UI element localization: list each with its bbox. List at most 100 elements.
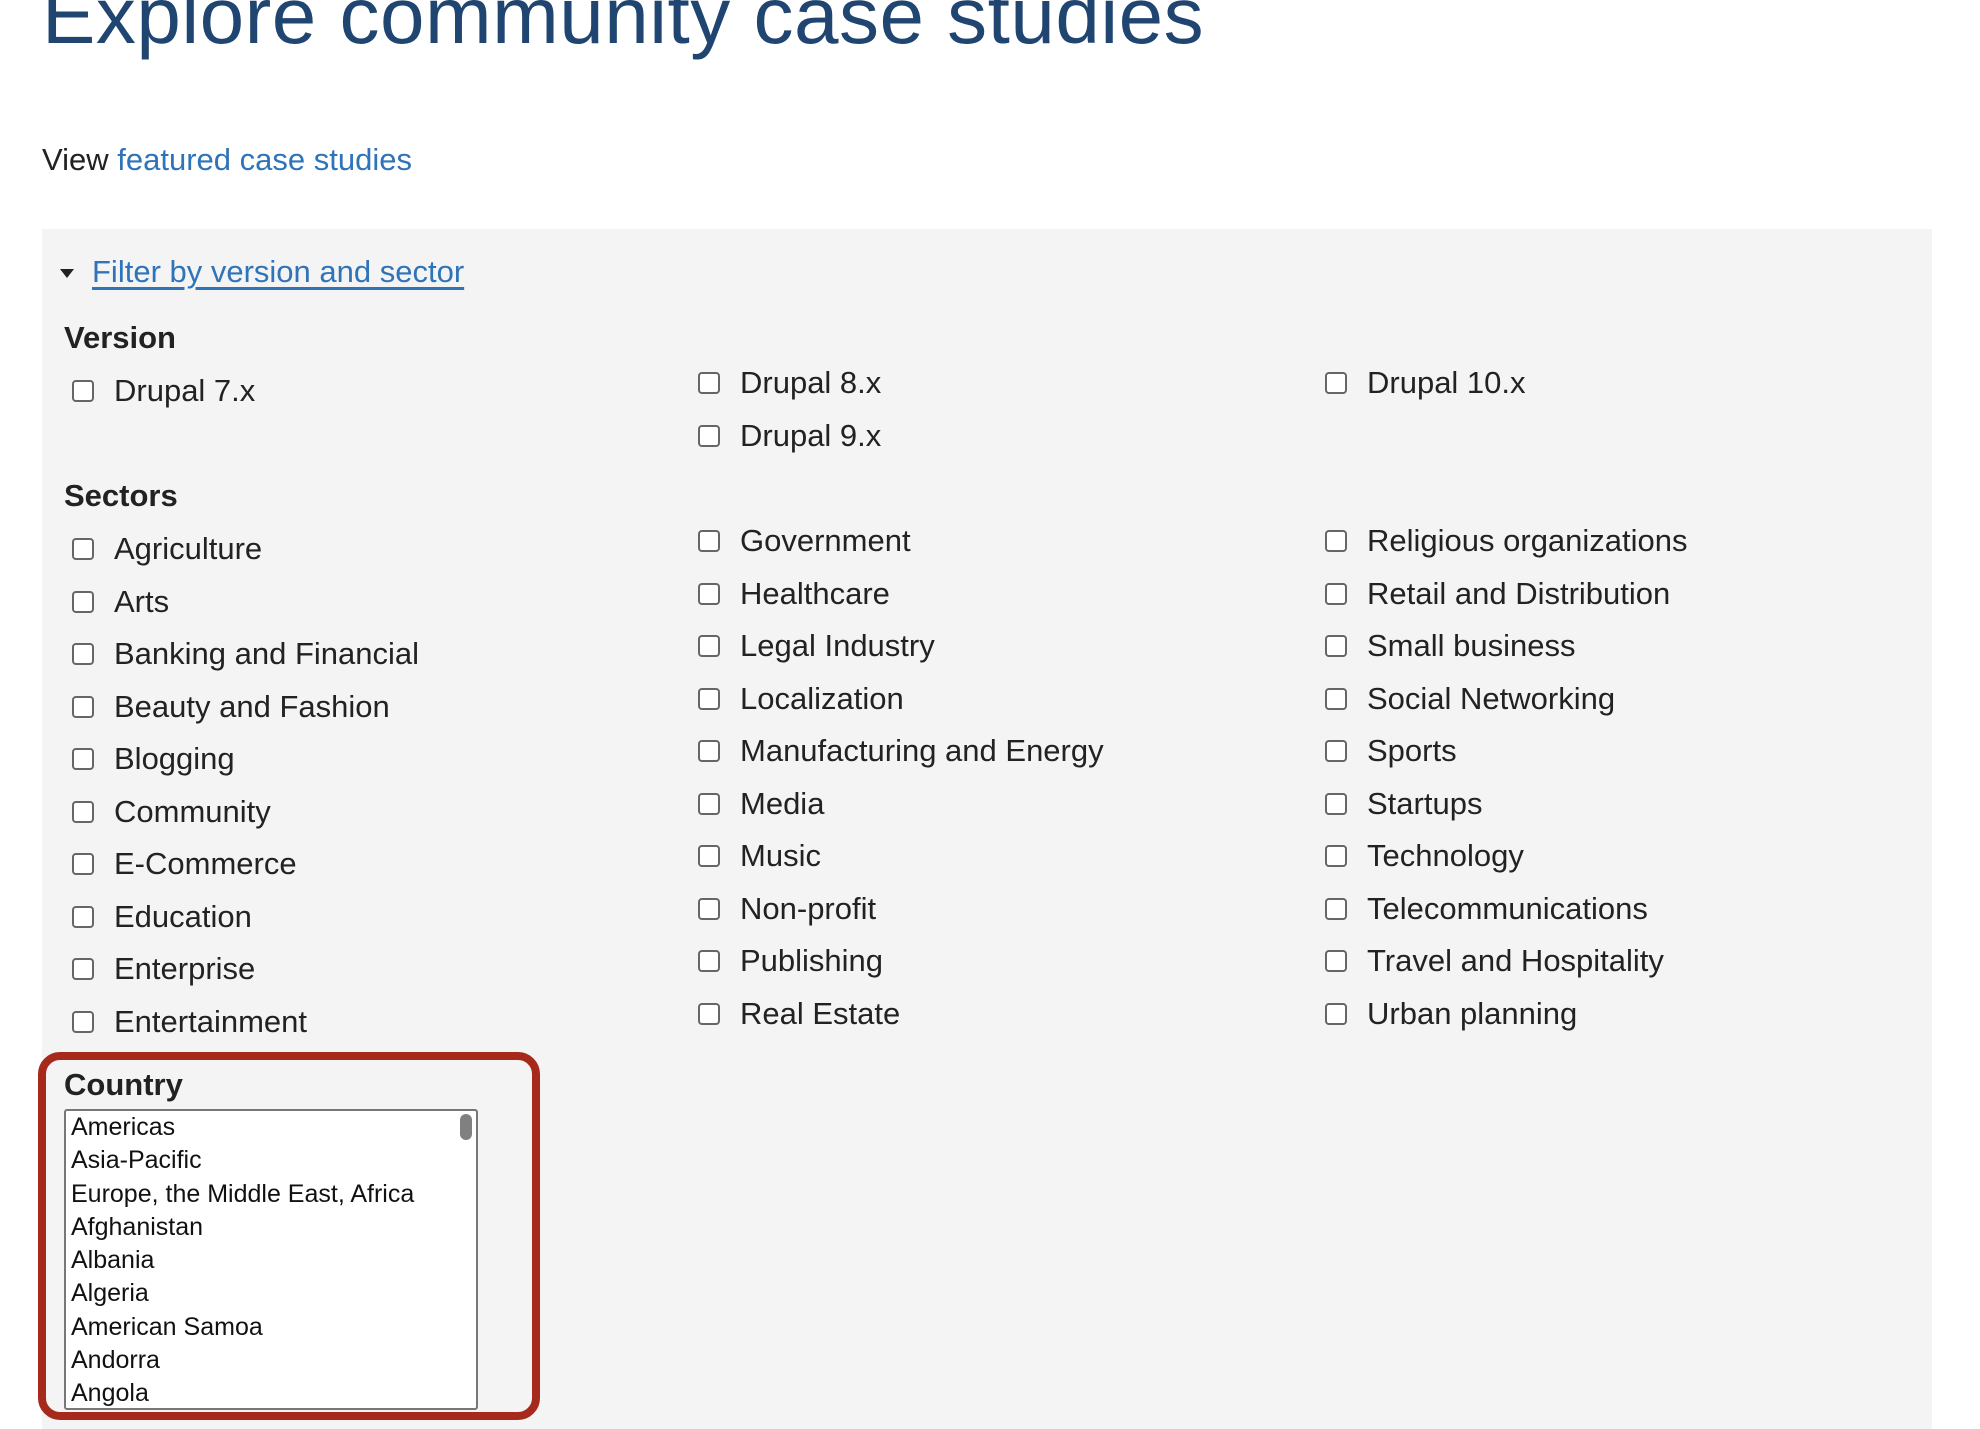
checkbox-startups[interactable]: Startups [1325, 786, 1482, 822]
checkbox-small-business[interactable]: Small business [1325, 628, 1575, 664]
checkbox-social-networking[interactable]: Social Networking [1325, 681, 1615, 717]
country-select[interactable]: Americas Asia-Pacific Europe, the Middle E… [64, 1109, 478, 1410]
checkbox-label: Drupal 7.x [114, 373, 256, 408]
checkbox-box[interactable] [1325, 1002, 1347, 1025]
checkbox-label: Startups [1367, 785, 1483, 821]
checkbox-box[interactable] [72, 695, 94, 718]
checkbox-box[interactable] [72, 590, 94, 613]
checkbox-box[interactable] [1325, 582, 1347, 605]
checkbox-label: Healthcare [740, 575, 890, 611]
checkbox-box[interactable] [72, 1010, 94, 1033]
checkbox-manufacturing-and-energy[interactable]: Manufacturing and Energy [698, 733, 1104, 769]
checkbox-label: Agriculture [114, 531, 263, 566]
checkbox-sports[interactable]: Sports [1325, 733, 1457, 769]
checkbox-box[interactable] [1325, 635, 1347, 657]
checkbox-technology[interactable]: Technology [1325, 838, 1524, 874]
checkbox-religious-organizations[interactable]: Religious organizations [1325, 523, 1688, 559]
checkbox-label: Music [740, 838, 821, 873]
checkbox-box[interactable] [698, 845, 720, 867]
checkbox-box[interactable] [1325, 897, 1347, 920]
checkbox-community[interactable]: Community [72, 794, 271, 830]
checkbox-real-estate[interactable]: Real Estate [698, 996, 900, 1032]
checkbox-box[interactable] [698, 950, 720, 972]
checkbox-box[interactable] [1325, 792, 1347, 815]
checkbox-media[interactable]: Media [698, 786, 824, 822]
checkbox-telecommunications[interactable]: Telecommunications [1325, 891, 1648, 927]
checkbox-box[interactable] [698, 530, 720, 552]
checkbox-retail-and-distribution[interactable]: Retail and Distribution [1325, 576, 1670, 612]
country-option[interactable]: Asia-Pacific [66, 1144, 476, 1177]
country-option[interactable]: Andorra [66, 1344, 476, 1377]
checkbox-box[interactable] [698, 372, 720, 394]
checkbox-e-commerce[interactable]: E-Commerce [72, 846, 297, 882]
checkbox-box[interactable] [698, 897, 720, 920]
checkbox-box[interactable] [698, 1002, 720, 1025]
checkbox-label: Manufacturing and Energy [740, 733, 1104, 768]
checkbox-box[interactable] [1325, 687, 1347, 710]
checkbox-label: Community [114, 793, 271, 829]
checkbox-drupal-9-x[interactable]: Drupal 9.x [698, 418, 881, 454]
sectors-heading: Sectors [64, 478, 178, 513]
checkbox-drupal-7-x[interactable]: Drupal 7.x [72, 373, 255, 409]
checkbox-government[interactable]: Government [698, 523, 911, 559]
checkbox-box[interactable] [72, 538, 94, 560]
scrollbar-thumb[interactable] [460, 1114, 472, 1140]
checkbox-travel-and-hospitality[interactable]: Travel and Hospitality [1325, 943, 1664, 979]
country-option[interactable]: American Samoa [66, 1311, 476, 1344]
checkbox-label: Localization [740, 680, 904, 716]
checkbox-box[interactable] [72, 800, 94, 823]
checkbox-localization[interactable]: Localization [698, 681, 904, 717]
checkbox-non-profit[interactable]: Non-profit [698, 891, 876, 927]
checkbox-box[interactable] [72, 905, 94, 928]
checkbox-legal-industry[interactable]: Legal Industry [698, 628, 935, 664]
country-option[interactable]: Afghanistan [66, 1211, 476, 1244]
checkbox-arts[interactable]: Arts [72, 584, 169, 620]
checkbox-box[interactable] [72, 380, 94, 402]
country-option[interactable]: Americas [66, 1111, 476, 1144]
filter-toggle-link[interactable]: Filter by version and sector [92, 254, 464, 289]
checkbox-box[interactable] [698, 635, 720, 657]
country-heading: Country [64, 1067, 183, 1102]
checkbox-box[interactable] [1325, 950, 1347, 972]
checkbox-agriculture[interactable]: Agriculture [72, 531, 262, 567]
checkbox-box[interactable] [698, 687, 720, 710]
checkbox-label: Enterprise [114, 951, 256, 986]
country-option[interactable]: Algeria [66, 1277, 476, 1310]
checkbox-label: Education [114, 898, 252, 934]
checkbox-box[interactable] [72, 958, 94, 980]
checkbox-box[interactable] [1325, 740, 1347, 762]
checkbox-blogging[interactable]: Blogging [72, 741, 235, 777]
checkbox-drupal-10-x[interactable]: Drupal 10.x [1325, 365, 1526, 401]
checkbox-box[interactable] [698, 424, 720, 447]
checkbox-box[interactable] [1325, 845, 1347, 867]
filter-toggle[interactable]: Filter by version and sector [60, 254, 464, 290]
checkbox-enterprise[interactable]: Enterprise [72, 951, 255, 987]
checkbox-label: E-Commerce [114, 846, 297, 881]
country-option[interactable]: Angola [66, 1377, 476, 1408]
checkbox-urban-planning[interactable]: Urban planning [1325, 996, 1577, 1032]
checkbox-box[interactable] [72, 853, 94, 875]
checkbox-entertainment[interactable]: Entertainment [72, 1004, 307, 1040]
checkbox-drupal-8-x[interactable]: Drupal 8.x [698, 365, 881, 401]
checkbox-label: Real Estate [740, 995, 901, 1031]
checkbox-box[interactable] [1325, 530, 1347, 552]
checkbox-label: Blogging [114, 741, 235, 776]
checkbox-box[interactable] [698, 740, 720, 762]
checkbox-label: Government [740, 523, 911, 558]
checkbox-box[interactable] [698, 792, 720, 815]
country-option[interactable]: Albania [66, 1244, 476, 1277]
checkbox-education[interactable]: Education [72, 899, 252, 935]
checkbox-box[interactable] [1325, 372, 1347, 394]
country-option[interactable]: Europe, the Middle East, Africa [66, 1178, 476, 1211]
checkbox-label: Publishing [740, 943, 884, 978]
caret-down-icon [60, 269, 74, 279]
checkbox-music[interactable]: Music [698, 838, 821, 874]
checkbox-publishing[interactable]: Publishing [698, 943, 883, 979]
checkbox-banking-and-financial[interactable]: Banking and Financial [72, 636, 419, 672]
checkbox-box[interactable] [698, 582, 720, 605]
checkbox-healthcare[interactable]: Healthcare [698, 576, 890, 612]
featured-case-studies-link[interactable]: featured case studies [117, 142, 412, 177]
checkbox-box[interactable] [72, 643, 94, 665]
checkbox-box[interactable] [72, 748, 94, 770]
checkbox-beauty-and-fashion[interactable]: Beauty and Fashion [72, 689, 390, 725]
